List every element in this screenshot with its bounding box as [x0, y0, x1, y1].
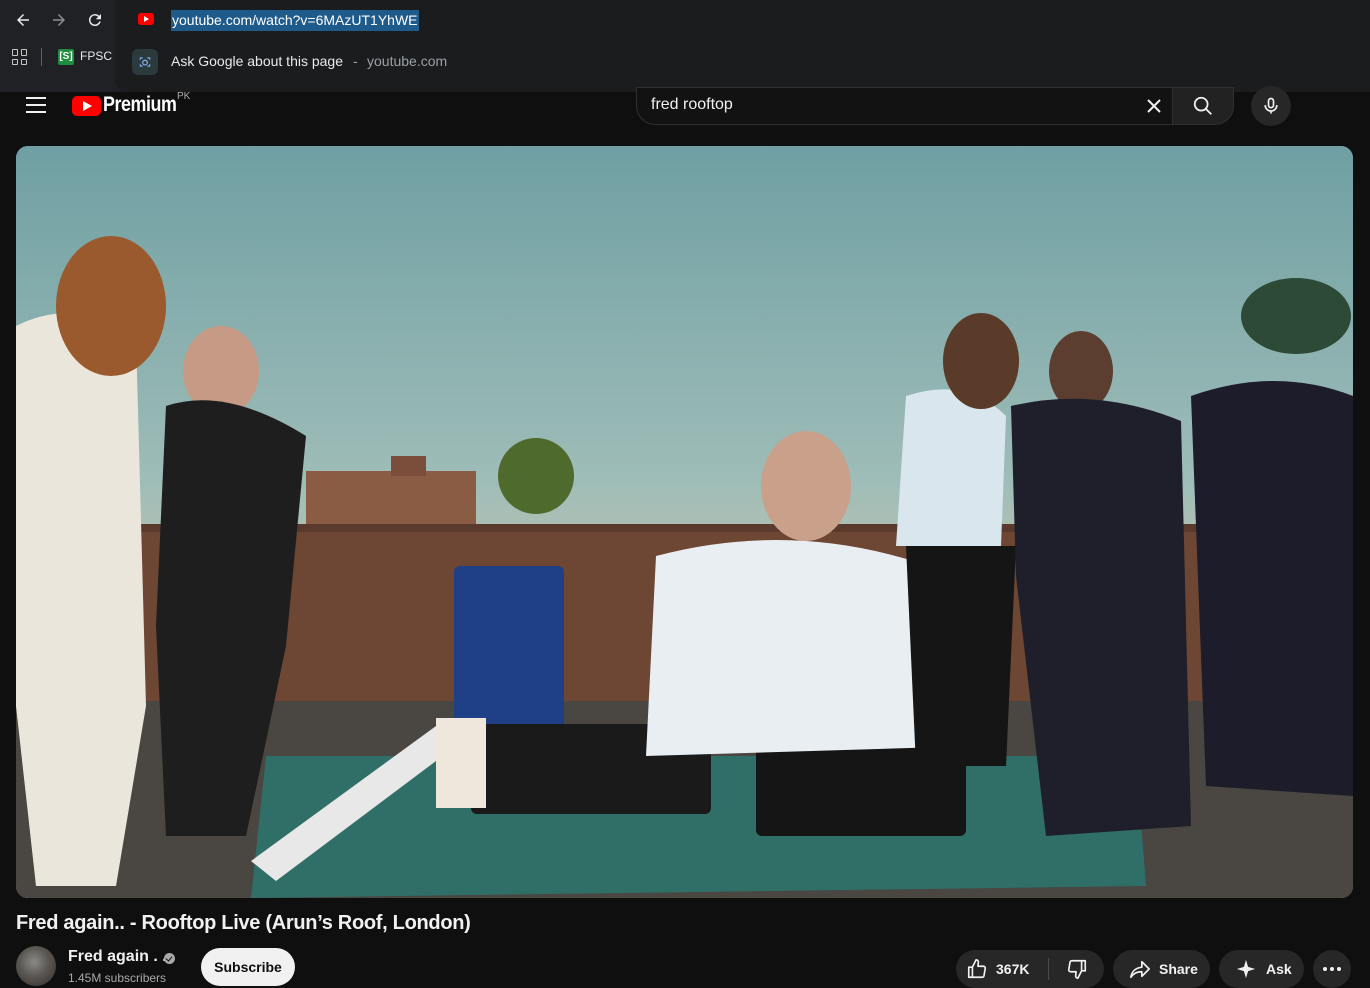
share-icon — [1130, 960, 1150, 979]
search-button[interactable] — [1172, 87, 1234, 125]
microphone-icon — [1264, 97, 1278, 114]
share-label: Share — [1159, 961, 1198, 977]
search-query[interactable]: fred rooftop — [651, 96, 733, 114]
suggestion-domain: youtube.com — [367, 53, 448, 69]
google-lens-icon[interactable] — [132, 49, 158, 75]
like-divider — [1048, 958, 1049, 980]
back-arrow-icon[interactable] — [11, 8, 35, 32]
address-bar-url[interactable]: youtube.com/watch?v=6MAzUT1YhWE — [171, 10, 419, 31]
thumbs-down-icon — [1067, 959, 1087, 979]
share-button[interactable]: Share — [1113, 950, 1210, 988]
verified-badge-icon — [164, 953, 175, 964]
bookmark-label[interactable]: FPSC E — [80, 49, 114, 63]
more-actions-button[interactable] — [1313, 950, 1351, 988]
youtube-favicon-icon — [138, 13, 154, 25]
browser-toolbar: [S] FPSC E youtube.com/watch?v=6MAzUT1Yh… — [0, 0, 1370, 92]
bookmark-divider — [41, 48, 42, 66]
ask-button[interactable]: Ask — [1219, 950, 1304, 988]
subscriber-count: 1.45M subscribers — [68, 971, 167, 985]
clear-search-icon[interactable] — [1144, 96, 1164, 116]
ask-google-suggestion[interactable]: Ask Google about this page — [171, 53, 343, 69]
subscribe-button[interactable]: Subscribe — [201, 948, 295, 986]
video-player[interactable] — [16, 146, 1353, 898]
sparkle-icon — [1236, 959, 1256, 979]
hamburger-menu-icon[interactable] — [26, 97, 46, 113]
forward-arrow-icon[interactable] — [47, 8, 71, 32]
video-frame — [16, 146, 1353, 898]
video-title: Fred again.. - Rooftop Live (Arun’s Roof… — [16, 912, 471, 934]
country-code: PK — [177, 91, 191, 102]
voice-search-button[interactable] — [1251, 86, 1291, 126]
channel-name[interactable]: Fred again . . — [68, 948, 167, 966]
reload-icon[interactable] — [83, 8, 107, 32]
suggestion-separator: - — [353, 53, 358, 69]
like-button[interactable]: 367K — [966, 956, 1029, 982]
ask-label: Ask — [1266, 961, 1292, 977]
channel-avatar[interactable] — [16, 946, 56, 986]
dislike-button[interactable] — [1062, 956, 1092, 982]
youtube-logo-icon[interactable] — [72, 96, 101, 116]
like-count: 367K — [996, 961, 1030, 977]
thumbs-up-icon — [967, 959, 987, 979]
bookmark-favicon[interactable]: [S] — [58, 49, 74, 65]
apps-grid-icon[interactable] — [12, 49, 28, 65]
search-icon — [1193, 96, 1212, 115]
premium-logo-text[interactable]: Premium — [103, 93, 177, 117]
